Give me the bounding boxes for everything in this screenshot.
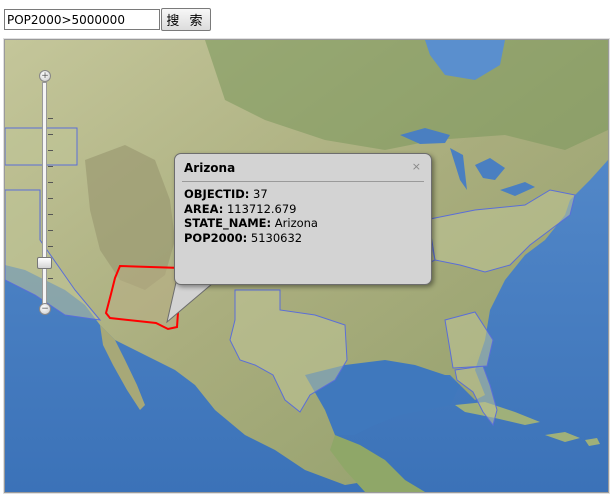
- zoom-tick: [48, 150, 53, 151]
- popup-attributes: OBJECTID: 37 AREA: 113712.679 STATE_NAME…: [184, 187, 318, 245]
- popup-title: Arizona: [184, 161, 236, 175]
- info-popup: Arizona × OBJECTID: 37 AREA: 113712.679 …: [174, 153, 432, 285]
- zoom-in-button[interactable]: +: [39, 70, 51, 82]
- attribute-value: 113712.679: [223, 201, 297, 216]
- map-view[interactable]: + − Arizona × OBJECTID: 37 AREA: 113712.…: [3, 38, 610, 494]
- attribute-row: STATE_NAME: Arizona: [184, 216, 318, 231]
- zoom-slider[interactable]: + −: [35, 70, 55, 315]
- attribute-key: POP2000:: [184, 230, 248, 245]
- attribute-key: STATE_NAME:: [184, 216, 272, 230]
- attribute-row: OBJECTID: 37: [184, 187, 318, 202]
- zoom-tick: [48, 214, 53, 215]
- zoom-tick: [48, 230, 53, 231]
- attribute-value: 37: [249, 187, 268, 201]
- zoom-track[interactable]: [42, 82, 47, 307]
- zoom-out-button[interactable]: −: [39, 303, 51, 315]
- zoom-tick: [48, 182, 53, 183]
- arizona-highlight[interactable]: [104, 264, 183, 331]
- attribute-key: OBJECTID:: [184, 187, 250, 201]
- popup-divider: [182, 181, 424, 182]
- zoom-tick: [48, 118, 53, 119]
- close-icon[interactable]: ×: [412, 160, 421, 173]
- search-button[interactable]: 搜 索: [161, 8, 211, 31]
- zoom-handle[interactable]: [37, 257, 52, 269]
- query-input[interactable]: [4, 9, 160, 30]
- zoom-tick: [48, 246, 53, 247]
- toolbar: 搜 索: [0, 0, 615, 36]
- zoom-tick: [48, 278, 53, 279]
- attribute-key: AREA:: [184, 201, 224, 216]
- zoom-tick: [48, 198, 53, 199]
- attribute-row: POP2000: 5130632: [184, 231, 318, 246]
- zoom-tick: [48, 166, 53, 167]
- attribute-row: AREA: 113712.679: [184, 202, 318, 217]
- zoom-tick: [48, 134, 53, 135]
- attribute-value: Arizona: [271, 216, 318, 230]
- attribute-value: 5130632: [247, 230, 303, 245]
